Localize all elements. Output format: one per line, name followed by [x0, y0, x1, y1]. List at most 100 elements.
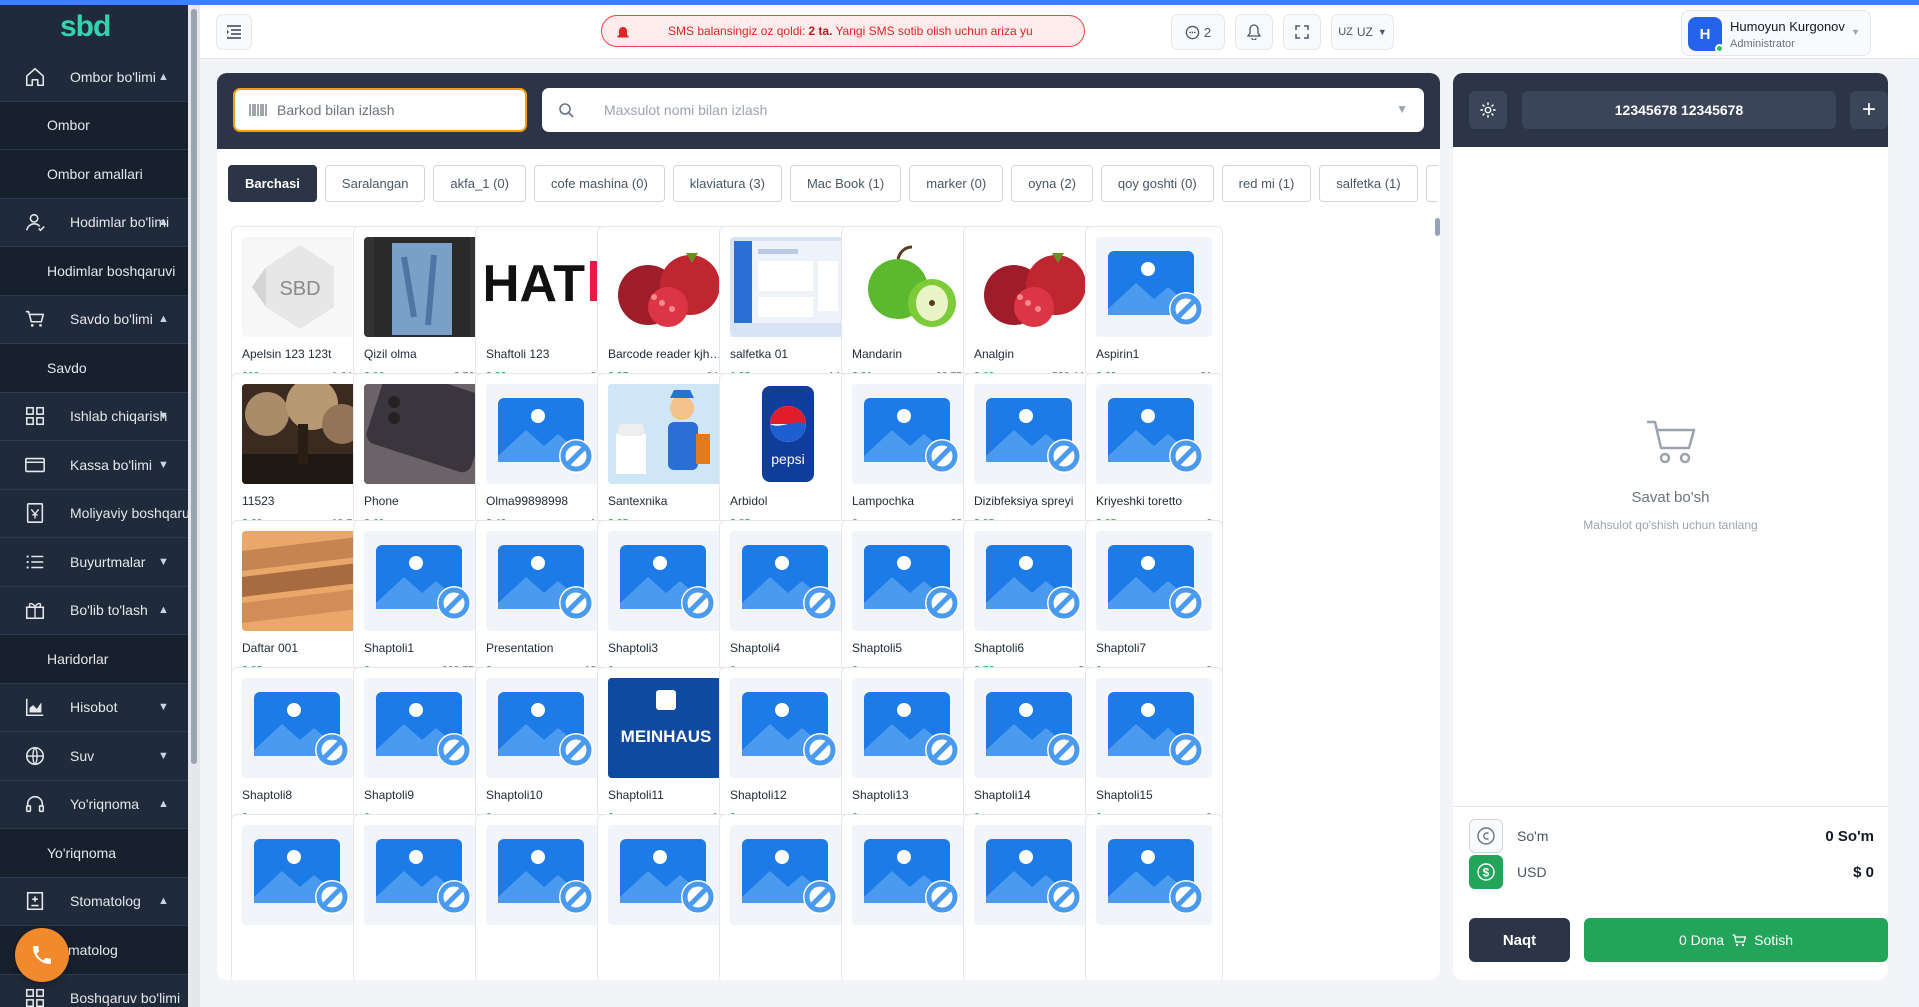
product-card[interactable]: salfetka 011.95-148	[719, 226, 857, 395]
customer-select[interactable]: 12345678 12345678	[1522, 91, 1836, 129]
product-card[interactable]: Shaptoli30-3	[597, 520, 735, 689]
sidebar-subitem-16[interactable]: Yo'riqnoma	[0, 829, 188, 878]
add-customer-button[interactable]: +	[1850, 91, 1888, 129]
product-card[interactable]: Shaptoli400	[719, 520, 857, 689]
product-card[interactable]	[231, 814, 369, 980]
product-card[interactable]: Presentation0-120	[475, 520, 613, 689]
sidebar-item-14[interactable]: Suv ▼	[0, 732, 188, 781]
sidebar-item-15[interactable]: Yo'riqnoma ▲	[0, 781, 188, 829]
product-card[interactable]: Phone2.698	[353, 373, 491, 542]
category-tab[interactable]: cofe mashina (0)	[533, 165, 665, 202]
image-placeholder-icon	[974, 531, 1090, 631]
sidebar-subitem-12[interactable]: Haridorlar	[0, 635, 188, 684]
category-tab[interactable]: Barchasi	[228, 165, 317, 202]
cart-settings-button[interactable]	[1469, 91, 1507, 129]
product-name: salfetka 01	[730, 347, 789, 361]
category-tab[interactable]: Saralangan	[324, 165, 426, 202]
product-card[interactable]: Olma998989982.4913	[475, 373, 613, 542]
category-tab[interactable]: akfa_1 (0)	[433, 165, 526, 202]
product-card[interactable]: Santexnika3.850	[597, 373, 735, 542]
page-scrollbar[interactable]	[1903, 60, 1919, 1007]
user-menu[interactable]: H Humoyun Kurgonov Administrator ▼	[1681, 10, 1871, 56]
barcode-search-input[interactable]: Barkod bilan izlash	[233, 88, 527, 132]
product-card[interactable]: Shaptoli900	[353, 667, 491, 836]
sidebar-item-19[interactable]: Boshqaruv bo'limi	[0, 975, 188, 1007]
sidebar-item-17[interactable]: Stomatolog ▲	[0, 878, 188, 926]
product-card[interactable]: Shaptoli1500	[1085, 667, 1223, 836]
product-card[interactable]: 115232.6919.79	[231, 373, 369, 542]
sidebar-item-0[interactable]: Ombor bo'limi ▲	[0, 53, 188, 102]
sidebar-item-13[interactable]: Hisobot ▼	[0, 684, 188, 732]
product-card[interactable]: HATShaftoli 1233.3295	[475, 226, 613, 395]
product-card[interactable]: Shaptoli62.72-35	[963, 520, 1101, 689]
product-card[interactable]	[353, 814, 491, 980]
product-card[interactable]: Shaptoli10999,758	[353, 520, 491, 689]
sidebar-subitem-1[interactable]: Ombor	[0, 101, 188, 150]
category-tab[interactable]: red mi (1)	[1221, 165, 1312, 202]
product-card[interactable]	[841, 814, 979, 980]
sidebar-toggle-button[interactable]	[216, 14, 252, 50]
product-card[interactable]: Lampochka0230	[841, 373, 979, 542]
sidebar-scrollbar[interactable]	[188, 5, 200, 1007]
product-card[interactable]	[475, 814, 613, 980]
product-card[interactable]: Shaptoli700	[1085, 520, 1223, 689]
sell-button[interactable]: 0 Dona Sotish	[1584, 918, 1888, 962]
cash-button[interactable]: Naqt	[1469, 918, 1570, 962]
product-card[interactable]: Kriyeshki toretto3.856	[1085, 373, 1223, 542]
fullscreen-button[interactable]	[1283, 14, 1321, 50]
product-card[interactable]: SBDApelsin 123 123t6001,641	[231, 226, 369, 395]
product-card[interactable]: Dizibfeksiya spreyi3.85-2	[963, 373, 1101, 542]
notifications-button[interactable]	[1235, 14, 1273, 50]
category-tab[interactable]: salfetka (1)	[1319, 165, 1418, 202]
sidebar-item-11[interactable]: Bo'lib to'lash ▲	[0, 587, 188, 635]
product-card[interactable]: Shaptoli50-2	[841, 520, 979, 689]
image-placeholder-icon	[730, 825, 846, 925]
product-card[interactable]	[1085, 814, 1223, 980]
app-logo[interactable]: sbd	[0, 5, 188, 48]
sidebar-item-label: Bo'lib to'lash	[70, 602, 148, 619]
product-name: Santexnika	[608, 494, 668, 508]
product-card[interactable]: Shaptoli130-1	[841, 667, 979, 836]
product-card[interactable]	[597, 814, 735, 980]
product-card[interactable]: Shaptoli120-1	[719, 667, 857, 836]
sidebar-subitem-2[interactable]: Ombor amallari	[0, 150, 188, 199]
product-card[interactable]: Qizil olma2.062,763	[353, 226, 491, 395]
product-card[interactable]: Analgin2.69-530,444	[963, 226, 1101, 395]
messages-button[interactable]: 2	[1171, 14, 1225, 50]
language-select[interactable]: UZ UZ ▼	[1331, 14, 1394, 50]
product-card[interactable]	[963, 814, 1101, 980]
category-tab[interactable]: Mac Book (1)	[789, 165, 902, 202]
category-tab[interactable]: oyna (2)	[1011, 165, 1093, 202]
category-tab[interactable]: ...	[1425, 165, 1438, 202]
call-button[interactable]	[15, 928, 69, 982]
category-tab[interactable]: klaviatura (3)	[672, 165, 782, 202]
sidebar-item-10[interactable]: Buyurtmalar ▼	[0, 538, 188, 587]
product-card[interactable]: Aspirin12.69-31	[1085, 226, 1223, 395]
category-tab[interactable]: qoy goshti (0)	[1100, 165, 1214, 202]
sidebar-item-9[interactable]: Moliyaviy boshqaruv	[0, 490, 188, 538]
product-card[interactable]: Shaptoli1000	[475, 667, 613, 836]
product-name: Shaptoli11	[608, 788, 664, 802]
sidebar-item-8[interactable]: Kassa bo'limi ▼	[0, 441, 188, 490]
sidebar-item-7[interactable]: Ishlab chiqarish ▼	[0, 393, 188, 441]
sidebar-item-label: Stomatolog	[70, 893, 141, 910]
category-tab[interactable]: marker (0)	[909, 165, 1004, 202]
product-card[interactable]: Shaptoli800	[231, 667, 369, 836]
sms-balance-alert[interactable]: SMS balansingiz oz qoldi: 2 ta. Yangi SM…	[601, 15, 1085, 47]
cart-icon	[1646, 420, 1695, 464]
product-card[interactable]: pepsiArbidol3.852	[719, 373, 857, 542]
product-card[interactable]	[719, 814, 857, 980]
product-card[interactable]: MEINHAUSShaptoli11019	[597, 667, 735, 836]
product-grid-scrollbar[interactable]	[1435, 210, 1440, 980]
product-card[interactable]: Barcode reader kjhkjhkjh2.07842	[597, 226, 735, 395]
sidebar-item-5[interactable]: Savdo bo'limi ▲	[0, 296, 188, 344]
product-card[interactable]: Daftar 0013.856	[231, 520, 369, 689]
sidebar-item-label: Ishlab chiqarish	[70, 408, 168, 425]
sidebar-subitem-4[interactable]: Hodimlar boshqaruvi	[0, 247, 188, 296]
sidebar-item-3[interactable]: Hodimlar bo'limi ▲	[0, 199, 188, 247]
product-search-input[interactable]: Maxsulot nomi bilan izlash ▼	[542, 88, 1424, 132]
product-card[interactable]: Mandarin2.91-20,750	[841, 226, 979, 395]
product-card[interactable]: Shaptoli140-1	[963, 667, 1101, 836]
sidebar-subitem-6[interactable]: Savdo	[0, 344, 188, 393]
copyright-circle-icon	[1469, 819, 1503, 853]
